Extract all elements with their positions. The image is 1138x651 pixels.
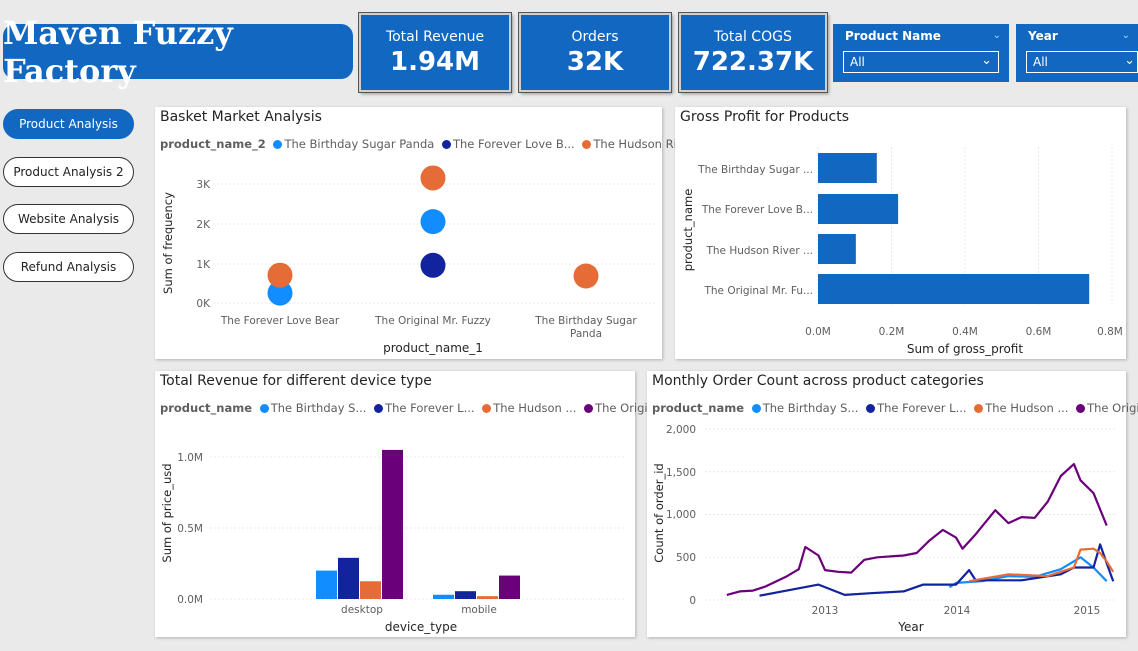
y-tick-label: 500	[676, 552, 696, 564]
bar[interactable]	[499, 575, 520, 599]
x-tick-label: mobile	[461, 604, 497, 616]
x-tick-label: 2015	[1074, 605, 1101, 617]
y-tick-label: The Original Mr. Fu...	[703, 285, 813, 297]
nav-product-analysis-2[interactable]: Product Analysis 2	[3, 157, 134, 187]
kpi-label: Total COGS	[714, 29, 792, 45]
bar[interactable]	[477, 596, 498, 599]
x-tick-label: 2013	[812, 605, 839, 617]
x-tick-label: 0.6M	[1026, 326, 1052, 338]
monthly-orders-panel[interactable]: Monthly Order Count across product categ…	[647, 371, 1138, 637]
x-axis-title: Year	[897, 620, 923, 634]
slicer-label: Product Name	[845, 29, 941, 43]
chevron-down-icon[interactable]: ⌄	[1122, 30, 1130, 41]
y-axis-title: Sum of price_usd	[160, 463, 174, 562]
y-tick-label: 0.5M	[177, 523, 203, 535]
x-tick-label: desktop	[341, 604, 383, 616]
series-line[interactable]	[948, 556, 1108, 589]
slicer-label: Year	[1028, 29, 1058, 43]
x-tick-label: The Forever Love Bear	[220, 315, 340, 327]
y-tick-label: 3K	[196, 179, 211, 191]
y-tick-label: 2K	[196, 219, 211, 231]
x-tick-label: 0.2M	[879, 326, 905, 338]
kpi-label: Total Revenue	[385, 29, 485, 45]
y-tick-label: 0.0M	[177, 594, 203, 606]
x-tick-label: 0.8M	[1097, 326, 1123, 338]
basket-scatter-chart[interactable]: 0K 1K 2K 3K The Forever Love Bear The Or…	[155, 107, 662, 359]
kpi-value: 32K	[566, 47, 624, 77]
y-tick-label: 1K	[196, 259, 211, 271]
scatter-point[interactable]	[420, 165, 446, 191]
slicer-product-name[interactable]: Product Name ⌄ All ⌄	[833, 24, 1009, 82]
chevron-down-icon: ⌄	[981, 53, 992, 68]
bar[interactable]	[360, 581, 381, 599]
dashboard-title: Maven Fuzzy Factory	[3, 14, 353, 90]
y-tick-label: The Birthday Sugar ...	[697, 164, 813, 176]
kpi-total-cogs: Total COGS 722.37K	[678, 12, 828, 93]
scatter-point[interactable]	[420, 252, 446, 278]
y-axis-title: product_name	[681, 189, 695, 272]
y-tick-label: 1,500	[666, 467, 696, 479]
kpi-value: 722.37K	[692, 47, 814, 77]
kpi-value: 1.94M	[389, 47, 481, 77]
year-dropdown[interactable]: All ⌄	[1026, 51, 1138, 73]
y-axis-title: Sum of frequency	[161, 192, 175, 294]
scatter-point[interactable]	[420, 209, 446, 235]
basket-market-panel[interactable]: Basket Market Analysis product_name_2 Th…	[155, 107, 710, 359]
y-tick-label: 1.0M	[177, 452, 203, 464]
bar[interactable]	[818, 153, 877, 183]
device-revenue-bar-chart[interactable]: 0.0M 0.5M 1.0M Sum of price_usd desktop …	[155, 371, 635, 637]
bar[interactable]	[818, 194, 899, 224]
kpi-total-revenue: Total Revenue 1.94M	[358, 12, 512, 93]
scatter-point[interactable]	[267, 262, 293, 288]
y-axis-title: Count of order_id	[652, 463, 666, 562]
x-axis-title: device_type	[385, 620, 457, 634]
dropdown-value: All	[1033, 55, 1048, 69]
y-tick-label: The Forever Love B...	[701, 204, 813, 216]
y-tick-label: 1,000	[666, 509, 696, 521]
dropdown-value: All	[850, 55, 865, 69]
kpi-orders: Orders 32K	[518, 12, 672, 93]
kpi-label: Orders	[571, 29, 619, 45]
bar[interactable]	[818, 274, 1090, 304]
nav-product-analysis[interactable]: Product Analysis	[3, 109, 134, 139]
x-tick-label: The Birthday Sugar	[534, 315, 637, 327]
chevron-down-icon: ⌄	[1124, 53, 1135, 68]
device-revenue-panel[interactable]: Total Revenue for different device type …	[155, 371, 666, 637]
y-tick-label: 2,000	[666, 424, 696, 436]
product-name-dropdown[interactable]: All ⌄	[843, 51, 999, 73]
x-tick-label: 2014	[944, 605, 971, 617]
bar[interactable]	[818, 234, 856, 264]
bar[interactable]	[455, 591, 476, 599]
bar[interactable]	[433, 594, 454, 599]
x-axis-title: Sum of gross_profit	[907, 342, 1023, 356]
chevron-down-icon[interactable]: ⌄	[993, 30, 1001, 41]
x-tick-label: The Original Mr. Fuzzy	[374, 315, 491, 327]
x-tick-label: Panda	[570, 328, 602, 340]
x-axis-title: product_name_1	[383, 341, 483, 355]
x-tick-label: 0.4M	[952, 326, 978, 338]
gross-profit-panel[interactable]: Gross Profit for Products product_name T…	[675, 107, 1126, 359]
gross-profit-bar-chart[interactable]: product_name The Birthday Sugar ... The …	[675, 107, 1126, 359]
y-tick-label: 0	[689, 595, 696, 607]
bar[interactable]	[338, 557, 359, 599]
nav-website-analysis[interactable]: Website Analysis	[3, 204, 134, 234]
slicer-year[interactable]: Year ⌄ All ⌄	[1016, 24, 1138, 82]
bar[interactable]	[316, 570, 337, 599]
x-tick-label: 0.0M	[805, 326, 831, 338]
y-tick-label: 0K	[196, 298, 211, 310]
scatter-point[interactable]	[573, 263, 599, 289]
nav-refund-analysis[interactable]: Refund Analysis	[3, 252, 134, 282]
y-tick-label: The Hudson River ...	[705, 245, 813, 257]
monthly-orders-line-chart[interactable]: 0 500 1,000 1,500 2,000 Count of order_i…	[647, 371, 1126, 637]
bar[interactable]	[382, 449, 403, 599]
